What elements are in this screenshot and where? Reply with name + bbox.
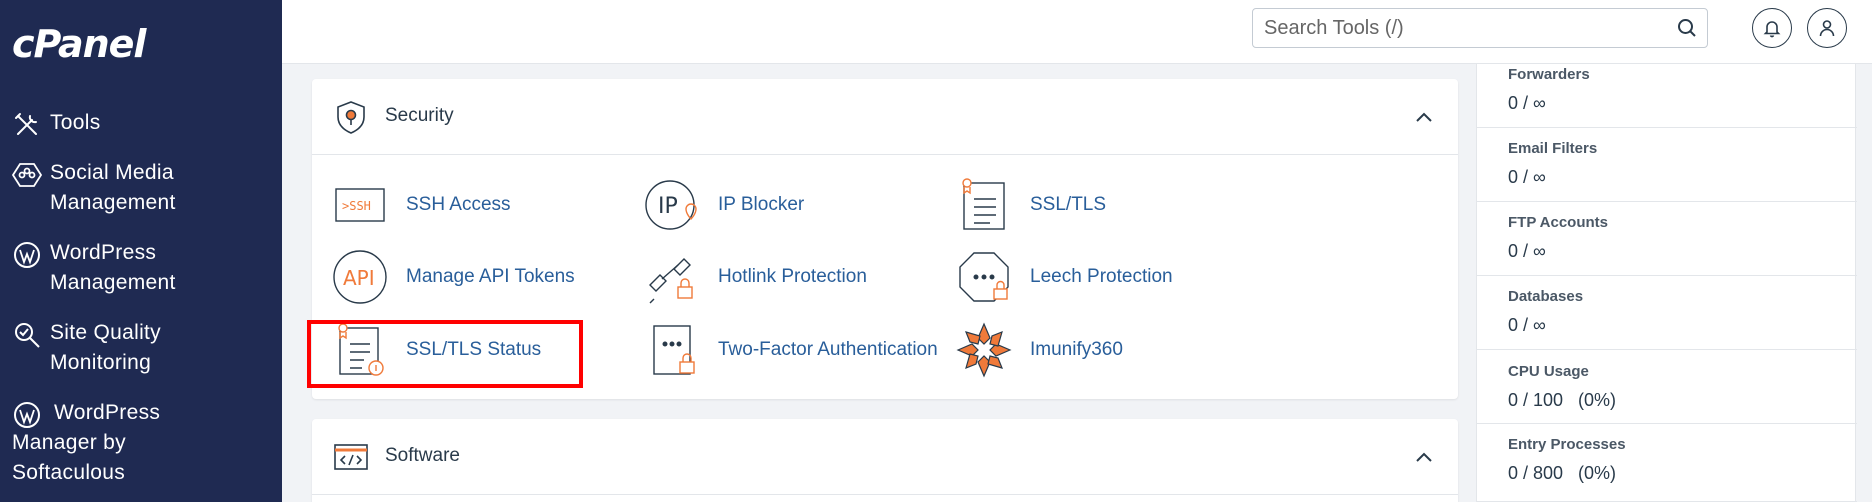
leech-icon <box>959 252 1009 302</box>
stat-entry-processes: Entry Processes 0 / 800 (0%) <box>1477 424 1857 502</box>
sidebar-item-label: Site Quality Monitoring <box>50 321 161 374</box>
tool-ssl-tls[interactable]: SSL/TLS <box>956 177 1106 233</box>
security-panel-header[interactable]: Security <box>312 79 1458 155</box>
tool-ip-blocker[interactable]: IP IP Blocker <box>644 177 804 233</box>
sidebar: cPanel Tools Social Media Management Wor… <box>0 0 282 502</box>
search-box <box>1252 8 1708 48</box>
stat-cpu-usage: CPU Usage 0 / 100 (0%) <box>1477 350 1857 424</box>
software-panel: Software <box>312 419 1458 502</box>
tool-leech-protection[interactable]: Leech Protection <box>956 249 1173 305</box>
tool-two-factor-authentication[interactable]: Two-Factor Authentication <box>644 322 938 378</box>
stat-label: FTP Accounts <box>1508 214 1609 231</box>
stat-value: 0 / ∞ <box>1508 241 1546 261</box>
stat-label: Forwarders <box>1508 66 1590 83</box>
stat-email-filters: Email Filters 0 / ∞ <box>1477 128 1857 202</box>
svg-text:>SSH: >SSH <box>342 199 371 213</box>
tool-label: IP Blocker <box>718 194 805 215</box>
stat-label: Email Filters <box>1508 140 1598 157</box>
wordpress-icon <box>14 402 40 428</box>
tool-ssh-access[interactable]: >SSH SSH Access <box>332 177 511 233</box>
ssl-tls-icon <box>962 178 1005 230</box>
code-window-icon <box>334 444 368 470</box>
stat-value: 0 / ∞ <box>1508 167 1546 187</box>
tool-label: Two-Factor Authentication <box>718 339 938 360</box>
highlight-box <box>307 320 583 388</box>
hotlink-icon <box>649 258 693 304</box>
tools-icon <box>15 113 37 135</box>
tool-hotlink-protection[interactable]: Hotlink Protection <box>644 249 867 305</box>
stat-value: 0 / 100 (0%) <box>1508 390 1617 410</box>
shield-icon <box>337 101 365 134</box>
notifications-button[interactable] <box>1752 8 1792 48</box>
sidebar-item-label: WordPress Management <box>50 241 176 294</box>
ip-blocker-icon: IP <box>645 180 697 230</box>
wordpress-icon <box>14 242 40 268</box>
tool-imunify360[interactable]: Imunify360 <box>956 322 1123 378</box>
chevron-up-icon[interactable] <box>1414 107 1434 127</box>
cpanel-logo[interactable]: cPanel <box>12 22 146 66</box>
user-button[interactable] <box>1807 8 1847 48</box>
sidebar-item-site-quality[interactable]: Site Quality Monitoring <box>12 318 161 378</box>
sidebar-item-tools[interactable]: Tools <box>12 108 101 140</box>
tool-label: Manage API Tokens <box>406 266 575 287</box>
imunify-icon <box>956 322 1012 378</box>
svg-text:API: API <box>343 266 375 290</box>
stat-ftp-accounts: FTP Accounts 0 / ∞ <box>1477 202 1857 276</box>
tool-label: SSL/TLS <box>1030 194 1107 215</box>
tool-manage-api-tokens[interactable]: API Manage API Tokens <box>332 249 575 305</box>
software-panel-header[interactable]: Software <box>312 419 1458 495</box>
stat-value: 0 / 800 (0%) <box>1508 463 1617 483</box>
user-icon <box>1819 20 1835 37</box>
panel-title: Security <box>385 105 454 126</box>
tool-label: Leech Protection <box>1030 266 1173 287</box>
site-quality-icon <box>15 323 40 348</box>
stat-label: Entry Processes <box>1508 436 1626 453</box>
panel-title: Software <box>385 445 460 466</box>
chevron-up-icon[interactable] <box>1414 447 1434 467</box>
social-media-icon <box>12 163 42 187</box>
stat-value: 0 / ∞ <box>1508 315 1546 335</box>
stats-panel: Forwarders 0 / ∞ Email Filters 0 / ∞ FTP… <box>1476 64 1857 502</box>
two-factor-icon <box>653 325 695 375</box>
stat-databases: Databases 0 / ∞ <box>1477 276 1857 350</box>
sidebar-item-wordpress-management[interactable]: WordPress Management <box>12 238 176 298</box>
api-tokens-icon: API <box>333 250 387 304</box>
search-input[interactable] <box>1253 9 1653 47</box>
sidebar-item-label: Tools <box>50 111 101 134</box>
stat-forwarders: Forwarders 0 / ∞ <box>1477 64 1857 128</box>
tool-label: Imunify360 <box>1030 339 1123 360</box>
sidebar-item-wordpress-softaculous[interactable]: WordPress Manager by Softaculous <box>12 398 160 488</box>
ssh-icon: >SSH <box>335 188 385 222</box>
svg-text:IP: IP <box>658 194 678 219</box>
search-icon[interactable] <box>1677 18 1697 38</box>
sidebar-item-social-media[interactable]: Social Media Management <box>12 158 176 218</box>
stat-label: CPU Usage <box>1508 363 1589 380</box>
tool-label: Hotlink Protection <box>718 266 867 287</box>
stat-value: 0 / ∞ <box>1508 93 1546 113</box>
bell-icon <box>1763 21 1781 38</box>
stat-label: Databases <box>1508 288 1584 305</box>
top-header <box>282 0 1872 64</box>
sidebar-item-label: Social Media Management <box>50 161 176 214</box>
tool-label: SSH Access <box>406 194 511 215</box>
